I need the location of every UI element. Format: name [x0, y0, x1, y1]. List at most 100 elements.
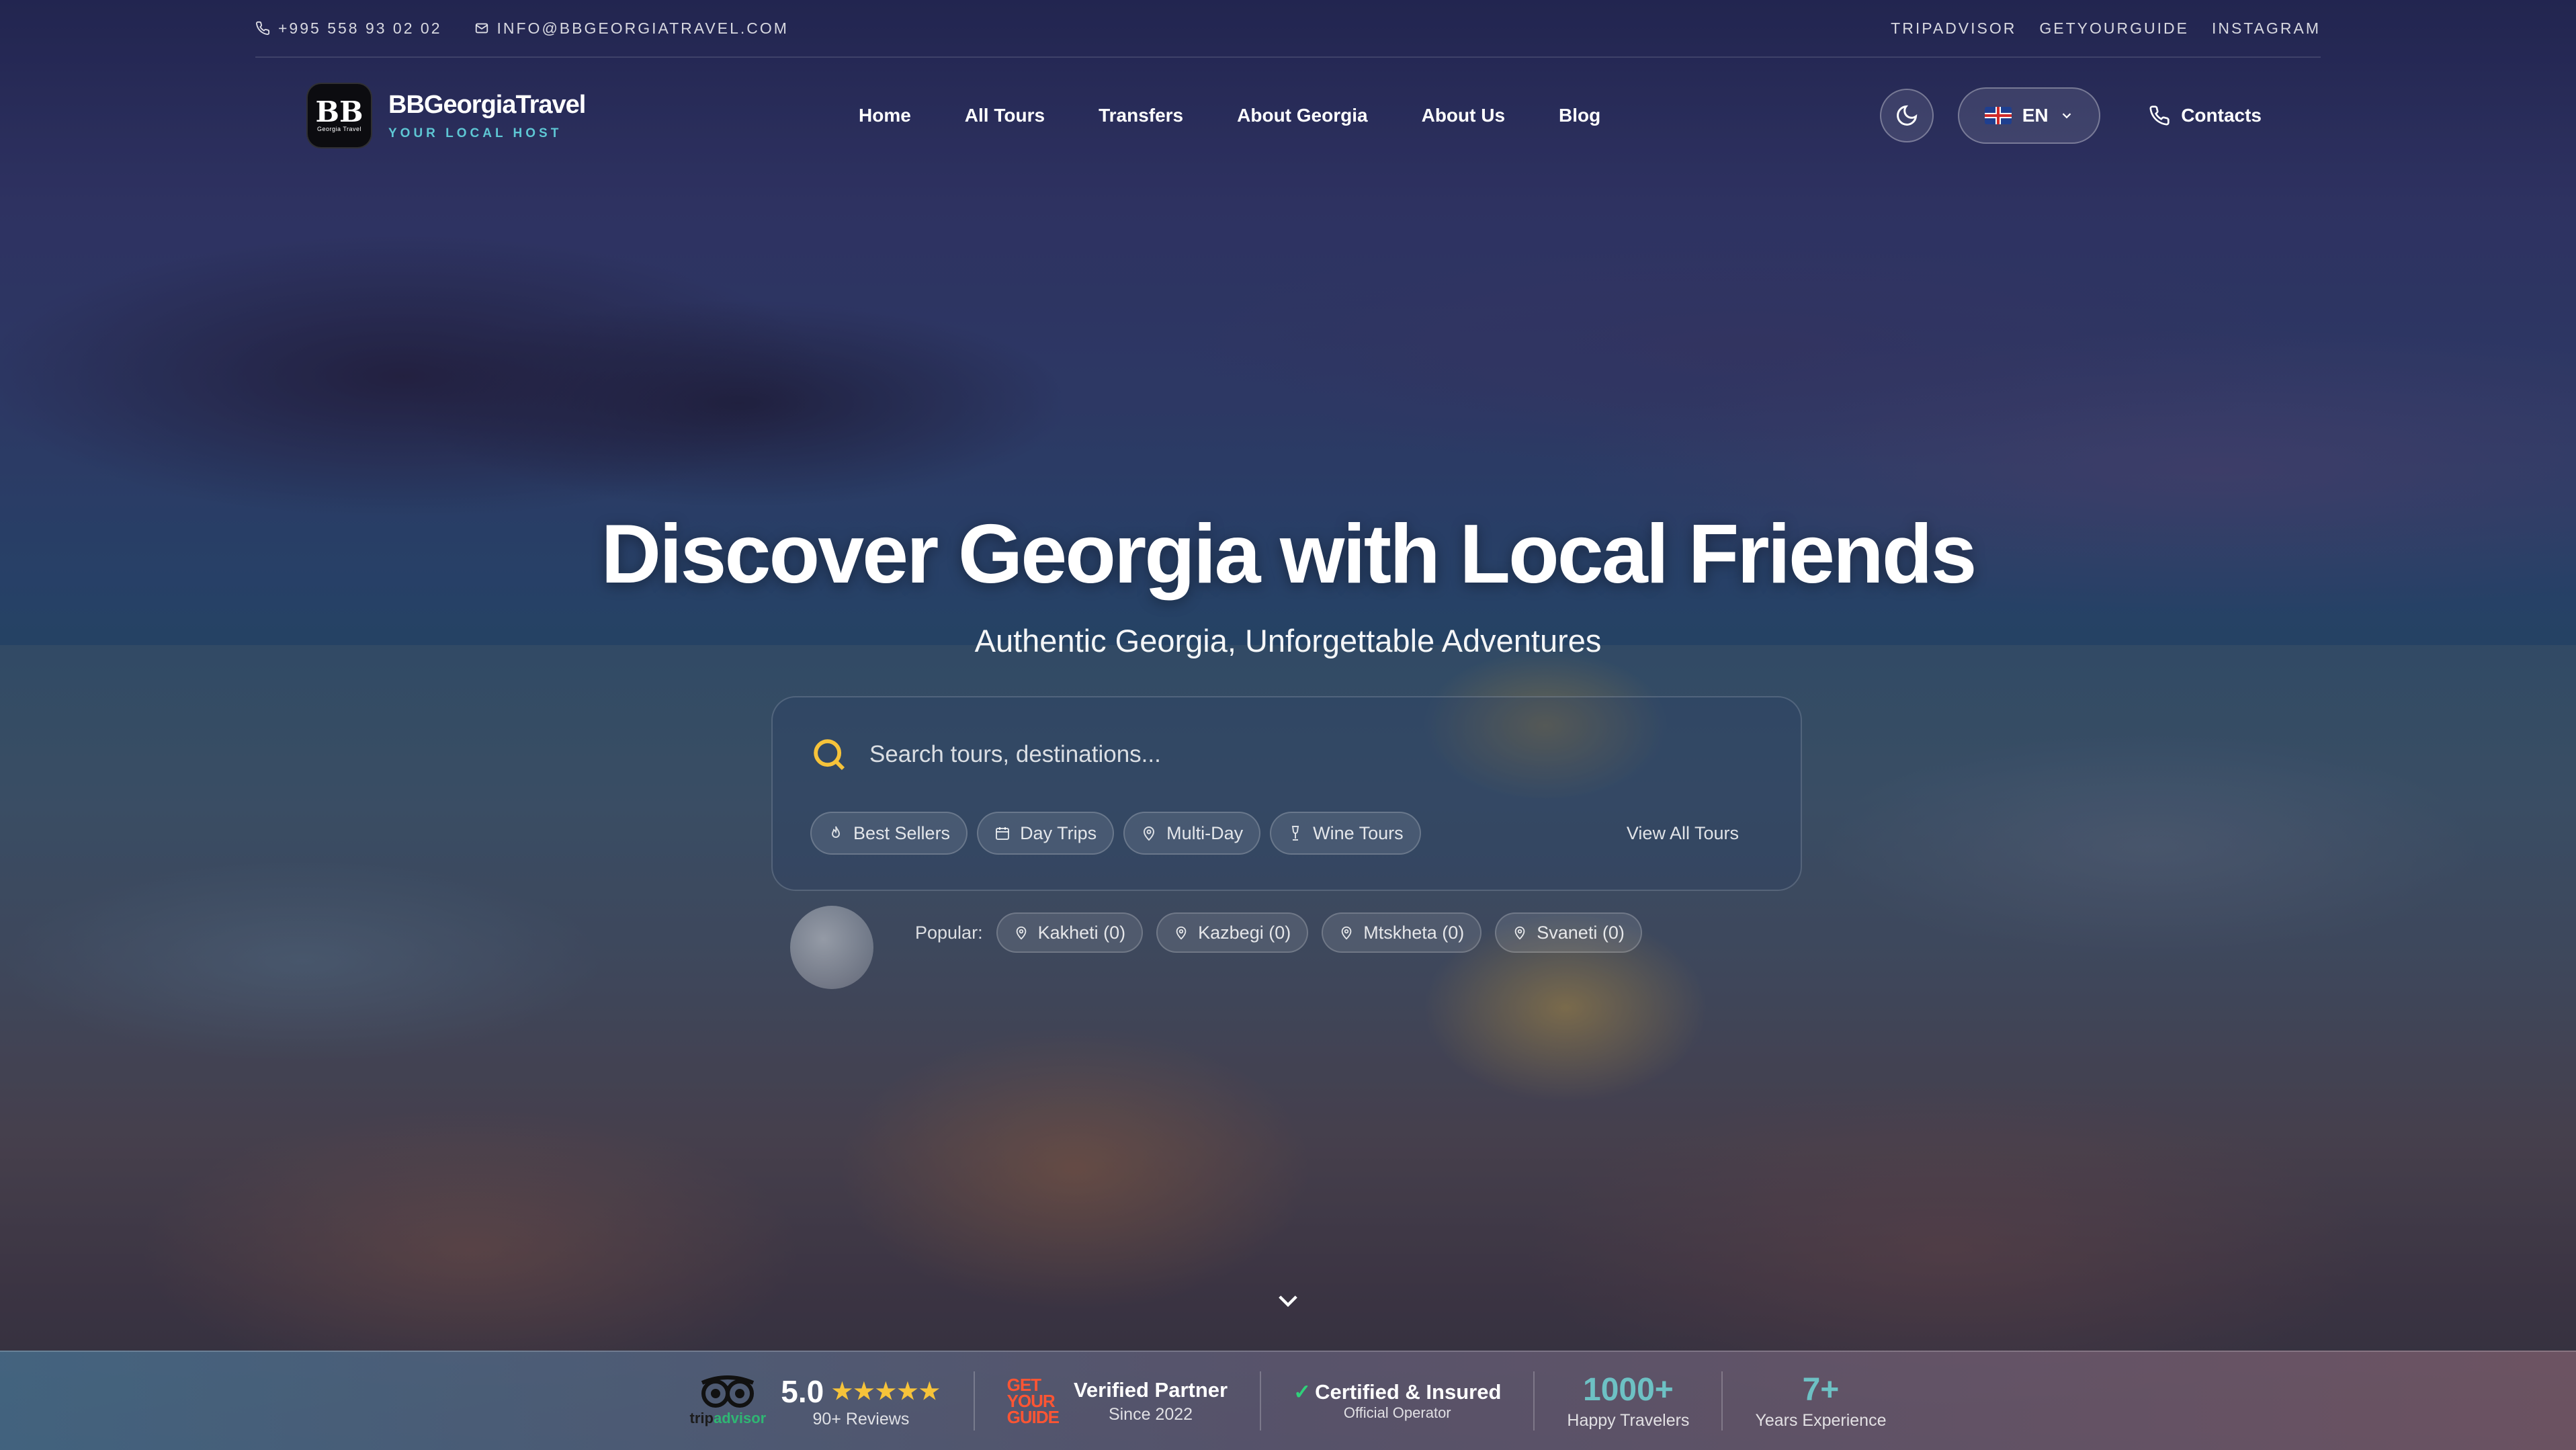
view-all-tours-link[interactable]: View All Tours	[1627, 823, 1739, 844]
brand-tagline: YOUR LOCAL HOST	[388, 126, 562, 140]
search-input[interactable]	[869, 741, 1763, 768]
topbar-email[interactable]: INFO@BBGEORGIATRAVEL.COM	[474, 19, 789, 38]
certified-subtitle: Official Operator	[1343, 1404, 1451, 1421]
nav-blog[interactable]: Blog	[1559, 105, 1600, 126]
happy-travelers-stat: 1000+ Happy Travelers	[1535, 1367, 1721, 1435]
travelers-label: Happy Travelers	[1567, 1411, 1690, 1430]
theme-toggle-button[interactable]	[1880, 89, 1934, 142]
topbar-phone[interactable]: +995 558 93 02 02	[255, 19, 442, 38]
contacts-label: Contacts	[2181, 105, 2262, 126]
search-row	[810, 697, 1763, 812]
chip-label: Best Sellers	[853, 822, 951, 843]
flame-icon	[831, 826, 841, 838]
phone-icon	[2149, 105, 2170, 126]
gyg-logo-line: GUIDE	[1006, 1407, 1060, 1427]
rating-score-row: 5.0 ★★★★★	[781, 1373, 941, 1410]
chip-multi-day[interactable]: Multi-Day	[1123, 812, 1261, 855]
contacts-button[interactable]: Contacts	[2149, 105, 2262, 126]
chip-best-sellers[interactable]: Best Sellers	[810, 812, 968, 855]
hero-title: Discover Georgia with Local Friends	[601, 508, 1977, 601]
map-pin-icon	[1144, 826, 1155, 841]
topbar: +995 558 93 02 02 INFO@BBGEORGIATRAVEL.C…	[255, 0, 2321, 58]
language-selector[interactable]: EN	[1958, 87, 2101, 144]
tripadvisor-wordmark: tripadvisor	[690, 1410, 767, 1427]
main-nav: Home All Tours Transfers About Georgia A…	[859, 105, 1600, 126]
nav-about-us[interactable]: About Us	[1422, 105, 1505, 126]
map-pin-icon	[1341, 926, 1352, 940]
main-header: BB Georgia Travel BBGeorgiaTravel YOUR L…	[306, 81, 2262, 151]
popular-item-label: Kazbegi (0)	[1198, 922, 1291, 943]
moon-icon	[1897, 105, 1918, 126]
chip-label: Day Trips	[1020, 822, 1097, 843]
tripadvisor-logo: tripadvisor	[690, 1375, 767, 1427]
language-code: EN	[2022, 105, 2049, 126]
getyourguide-link[interactable]: GETYOURGUIDE	[2039, 19, 2189, 38]
map-pin-icon	[1176, 926, 1187, 940]
certified-text: ✓ Certified & Insured Official Operator	[1293, 1380, 1501, 1422]
email-address: INFO@BBGEORGIATRAVEL.COM	[497, 19, 789, 37]
popular-kakheti[interactable]: Kakheti (0)	[996, 912, 1144, 953]
nav-home[interactable]: Home	[859, 105, 911, 126]
nav-transfers[interactable]: Transfers	[1099, 105, 1183, 126]
map-pin-icon	[1016, 926, 1026, 940]
brand[interactable]: BB Georgia Travel BBGeorgiaTravel YOUR L…	[306, 83, 710, 148]
nav-all-tours[interactable]: All Tours	[965, 105, 1045, 126]
years-experience-stat: 7+ Years Experience	[1723, 1367, 1918, 1435]
logo-bb: BB	[315, 95, 363, 128]
popular-item-label: Kakheti (0)	[1037, 922, 1126, 943]
scroll-down-button[interactable]	[1274, 1286, 1302, 1318]
search-panel: Best Sellers Day Trips Multi-Day Wine To…	[771, 696, 1802, 891]
experience-value: 7+	[1802, 1372, 1840, 1408]
tripadvisor-wordmark-trip: trip	[689, 1410, 714, 1426]
header-actions: EN Contacts	[1880, 87, 2262, 144]
trust-bar: tripadvisor 5.0 ★★★★★ 90+ Reviews GET YO…	[0, 1351, 2576, 1450]
gyg-text: Verified Partner Since 2022	[1074, 1378, 1228, 1424]
nav-about-georgia[interactable]: About Georgia	[1237, 105, 1367, 126]
certified-title: Certified & Insured	[1315, 1380, 1502, 1404]
owl-icon	[701, 1375, 755, 1408]
experience-label: Years Experience	[1755, 1411, 1887, 1430]
wine-glass-icon	[1291, 826, 1299, 841]
gyg-title: Verified Partner	[1073, 1377, 1228, 1402]
stat-block: 7+ Years Experience	[1755, 1371, 1886, 1431]
chevron-down-icon	[1279, 1295, 1297, 1308]
logo: BB Georgia Travel	[306, 83, 372, 148]
topbar-contacts: +995 558 93 02 02 INFO@BBGEORGIATRAVEL.C…	[255, 19, 789, 38]
gyg-subtitle: Since 2022	[1108, 1404, 1193, 1424]
phone-icon	[256, 21, 270, 35]
rating-score: 5.0	[781, 1373, 824, 1409]
certified-title-row: ✓ Certified & Insured	[1293, 1380, 1501, 1404]
rating-block: 5.0 ★★★★★ 90+ Reviews	[781, 1373, 941, 1429]
instagram-link[interactable]: INSTAGRAM	[2212, 19, 2321, 38]
logo-subtext: Georgia Travel	[316, 126, 362, 132]
star-rating-icon: ★★★★★	[832, 1378, 941, 1404]
tripadvisor-link[interactable]: TRIPADVISOR	[1891, 19, 2016, 38]
tripadvisor-rating[interactable]: tripadvisor 5.0 ★★★★★ 90+ Reviews	[658, 1367, 974, 1435]
decorative-circle	[790, 906, 873, 989]
stat-block: 1000+ Happy Travelers	[1567, 1371, 1689, 1431]
popular-svaneti[interactable]: Svaneti (0)	[1495, 912, 1642, 953]
check-icon: ✓	[1293, 1380, 1312, 1404]
chip-label: Multi-Day	[1166, 822, 1244, 843]
getyourguide-logo: GET YOUR GUIDE	[1006, 1376, 1060, 1427]
popular-destinations: Popular: Kakheti (0) Kazbegi (0) Mtskhet…	[915, 912, 1642, 953]
certified-insured: ✓ Certified & Insured Official Operator	[1261, 1367, 1533, 1435]
brand-name: BBGeorgiaTravel	[388, 90, 586, 119]
phone-number: +995 558 93 02 02	[278, 19, 442, 37]
search-icon	[814, 739, 845, 771]
popular-item-label: Mtskheta (0)	[1363, 922, 1465, 943]
map-pin-icon	[1514, 926, 1525, 940]
popular-kazbegi[interactable]: Kazbegi (0)	[1156, 912, 1309, 953]
gyg-verified[interactable]: GET YOUR GUIDE Verified Partner Since 20…	[975, 1367, 1260, 1435]
mail-icon	[475, 23, 488, 34]
travelers-value: 1000+	[1583, 1372, 1674, 1408]
hero-subtitle: Authentic Georgia, Unforgettable Adventu…	[974, 623, 1602, 658]
reviews-count: 90+ Reviews	[812, 1409, 910, 1428]
popular-mtskheta[interactable]: Mtskheta (0)	[1322, 912, 1482, 953]
popular-label: Popular:	[915, 922, 983, 943]
chip-wine-tours[interactable]: Wine Tours	[1270, 812, 1421, 855]
category-chips: Best Sellers Day Trips Multi-Day Wine To…	[810, 812, 1763, 855]
popular-item-label: Svaneti (0)	[1537, 922, 1625, 943]
calendar-icon	[996, 827, 1010, 840]
chip-day-trips[interactable]: Day Trips	[977, 812, 1115, 855]
